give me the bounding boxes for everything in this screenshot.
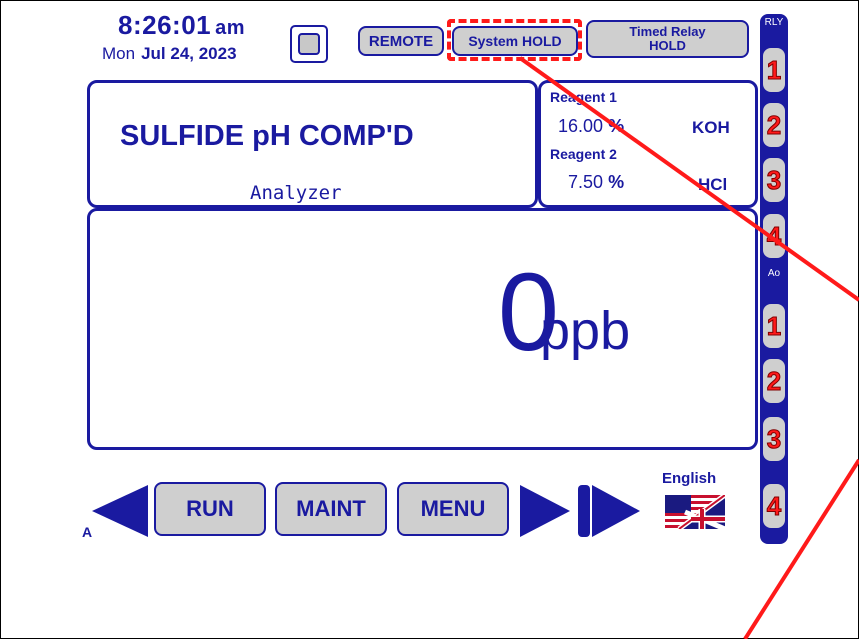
annotation-pointer-lines — [518, 56, 859, 639]
